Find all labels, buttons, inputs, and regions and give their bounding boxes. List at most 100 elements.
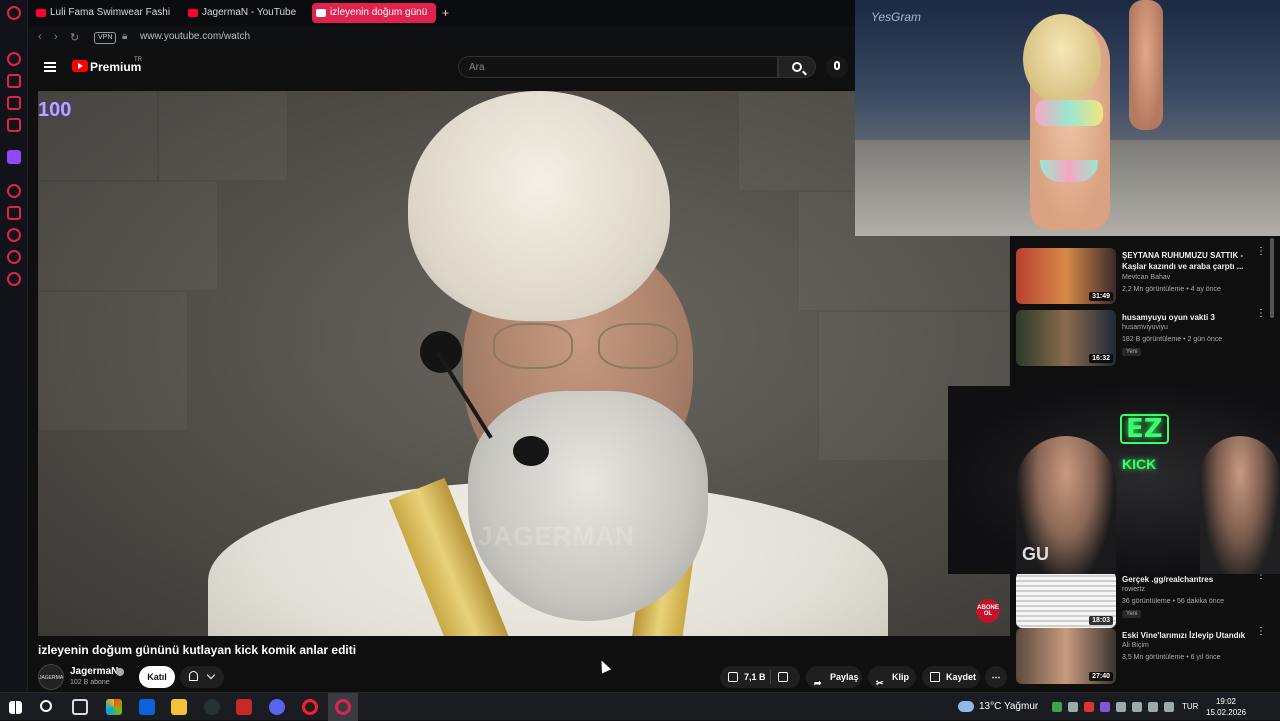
file-explorer-icon[interactable] bbox=[171, 699, 187, 715]
messenger-icon[interactable] bbox=[7, 96, 21, 110]
rec-channel[interactable]: Ali Biçim bbox=[1122, 642, 1149, 649]
more-options-icon[interactable]: ⋮ bbox=[1256, 247, 1266, 257]
list-item[interactable]: 16:32 husamyuyu oyun vakti 3 husamviyuvi… bbox=[1016, 309, 1278, 372]
weather-cloud-icon[interactable] bbox=[958, 701, 974, 712]
tab-active-video[interactable]: izleyenin doğum günü bbox=[312, 3, 436, 23]
duration-badge: 16:32 bbox=[1089, 354, 1113, 363]
headset-microphone bbox=[513, 436, 549, 466]
streamer-webcam-overlay[interactable]: EZ KICK GU bbox=[948, 386, 1280, 574]
tab-swimwear[interactable]: Luli Fama Swimwear Fashi bbox=[32, 3, 176, 23]
rec-meta: 3,5 Mn görüntüleme • 6 yıl önce bbox=[1122, 654, 1221, 661]
list-item[interactable]: 27:40 Eski Vine'larımızı İzleyip Utandık… bbox=[1016, 627, 1278, 690]
youtube-favicon-icon bbox=[36, 9, 46, 17]
scissors-icon: ✂ bbox=[876, 678, 884, 688]
copilot-icon[interactable] bbox=[106, 699, 122, 715]
obs-icon[interactable] bbox=[204, 699, 220, 715]
wall-stone bbox=[38, 291, 188, 431]
clock-date: 15.02.2026 bbox=[1206, 708, 1247, 717]
task-view-icon[interactable] bbox=[72, 699, 88, 715]
player-icon[interactable] bbox=[7, 184, 21, 198]
extensions-icon[interactable] bbox=[7, 250, 21, 264]
rec-meta: 36 görüntüleme • 56 dakika önce bbox=[1122, 598, 1225, 605]
more-actions-button[interactable]: ⋯ bbox=[985, 666, 1007, 688]
fashion-video-overlay[interactable]: YesGram bbox=[855, 0, 1280, 236]
opera-logo-icon[interactable] bbox=[7, 6, 21, 20]
forward-icon[interactable]: › bbox=[54, 31, 58, 43]
opera-gx-active-icon[interactable] bbox=[328, 693, 358, 721]
subscribe-badge[interactable]: ABONE OL bbox=[976, 599, 1000, 623]
video-thumbnail[interactable]: 31:49 bbox=[1016, 248, 1116, 304]
more-options-icon[interactable]: ⋮ bbox=[1256, 627, 1266, 637]
tray-app-icon[interactable] bbox=[1116, 702, 1126, 712]
tray-app-icon[interactable] bbox=[1100, 702, 1110, 712]
thumbs-up-icon[interactable] bbox=[728, 672, 738, 682]
bookmark-icon[interactable] bbox=[7, 206, 21, 220]
url-field[interactable]: www.youtube.com/watch bbox=[140, 31, 250, 42]
lock-icon[interactable]: 🔒︎ bbox=[122, 31, 127, 42]
discord-icon[interactable] bbox=[269, 699, 285, 715]
rec-title[interactable]: ŞEYTANA RUHUMUZU SATTIK - Kaşlar kazındı… bbox=[1122, 250, 1252, 272]
tray-nvidia-icon[interactable] bbox=[1052, 702, 1062, 712]
rec-title[interactable]: Eski Vine'larımızı İzleyip Utandık bbox=[1122, 630, 1252, 641]
rec-title[interactable]: Gerçek .gg/realchantres bbox=[1122, 574, 1252, 585]
avatar[interactable]: JAGERMAN bbox=[38, 664, 64, 690]
notifications-button[interactable] bbox=[180, 666, 224, 688]
hamburger-menu-icon[interactable] bbox=[44, 62, 56, 72]
twitch-icon[interactable] bbox=[7, 150, 21, 164]
search-icon[interactable] bbox=[40, 700, 52, 712]
back-icon[interactable]: ‹ bbox=[38, 31, 42, 43]
voicemeeter-icon[interactable] bbox=[236, 699, 252, 715]
thumbs-down-icon[interactable] bbox=[778, 672, 788, 682]
list-item[interactable]: 18:03 Gerçek .gg/realchantres rowertz 36… bbox=[1016, 571, 1278, 634]
search-button[interactable] bbox=[778, 56, 816, 78]
video-thumbnail[interactable]: 18:03 bbox=[1016, 572, 1116, 628]
search-input[interactable]: Ara bbox=[458, 56, 778, 78]
duration-badge: 27:40 bbox=[1089, 672, 1113, 681]
rec-channel[interactable]: husamviyuviyu bbox=[1122, 324, 1168, 331]
more-options-icon[interactable]: ⋮ bbox=[1256, 309, 1266, 319]
rec-title[interactable]: husamyuyu oyun vakti 3 bbox=[1122, 312, 1252, 323]
youtube-logo-icon[interactable] bbox=[72, 60, 88, 72]
tab-bar: Luli Fama Swimwear Fashi JagermaN - YouT… bbox=[28, 0, 858, 26]
voice-search-button[interactable] bbox=[826, 56, 848, 78]
edge-icon[interactable] bbox=[139, 699, 155, 715]
channel-name[interactable]: JagermaN bbox=[70, 666, 118, 677]
join-button[interactable]: Katıl bbox=[139, 666, 175, 688]
bag-icon[interactable] bbox=[7, 74, 21, 88]
reload-icon[interactable]: ↻ bbox=[70, 31, 79, 44]
windows-start-icon[interactable] bbox=[9, 701, 22, 714]
neon-ez-sign: EZ bbox=[1120, 414, 1169, 444]
clock[interactable]: 19:02 15.02.2026 bbox=[1206, 696, 1246, 718]
list-item[interactable]: 31:49 ŞEYTANA RUHUMUZU SATTIK - Kaşlar k… bbox=[1016, 247, 1278, 310]
microphone-tray-icon[interactable] bbox=[1132, 702, 1142, 712]
history-icon[interactable] bbox=[7, 228, 21, 242]
input-language[interactable]: TUR bbox=[1182, 702, 1198, 711]
tab-jagerman-youtube[interactable]: JagermaN - YouTube bbox=[184, 3, 308, 23]
aria-icon[interactable] bbox=[7, 52, 21, 66]
settings-gear-icon[interactable] bbox=[7, 272, 21, 286]
new-tab-button[interactable]: + bbox=[438, 3, 456, 23]
opera-icon[interactable] bbox=[302, 699, 318, 715]
mail-icon[interactable] bbox=[7, 118, 21, 132]
tray-opera-icon[interactable] bbox=[1084, 702, 1094, 712]
vpn-badge[interactable]: VPN bbox=[94, 32, 117, 44]
rec-channel[interactable]: Mevtcan Bahav bbox=[1122, 274, 1170, 281]
chevron-down-icon bbox=[206, 670, 216, 680]
like-count[interactable]: 7,1 B bbox=[744, 666, 766, 688]
clip-button[interactable]: ✂ Klip bbox=[868, 666, 916, 688]
search-icon bbox=[792, 62, 802, 72]
rec-channel[interactable]: rowertz bbox=[1122, 586, 1145, 593]
weather-text[interactable]: 13°C Yağmur bbox=[979, 701, 1038, 712]
scrollbar[interactable] bbox=[1270, 238, 1274, 318]
save-button[interactable]: Kaydet bbox=[922, 666, 980, 688]
video-thumbnail[interactable]: 16:32 bbox=[1016, 310, 1116, 366]
volume-icon[interactable] bbox=[1164, 702, 1174, 712]
tray-discord-icon[interactable] bbox=[1068, 702, 1078, 712]
video-thumbnail[interactable]: 27:40 bbox=[1016, 628, 1116, 684]
rec-meta: 2,2 Mn görüntüleme • 4 ay önce bbox=[1122, 286, 1221, 293]
more-options-icon[interactable]: ⋮ bbox=[1256, 571, 1266, 581]
youtube-favicon-icon bbox=[188, 9, 198, 17]
network-icon[interactable] bbox=[1148, 702, 1158, 712]
turban bbox=[408, 91, 670, 321]
share-button[interactable]: ➦ Paylaş bbox=[806, 666, 862, 688]
